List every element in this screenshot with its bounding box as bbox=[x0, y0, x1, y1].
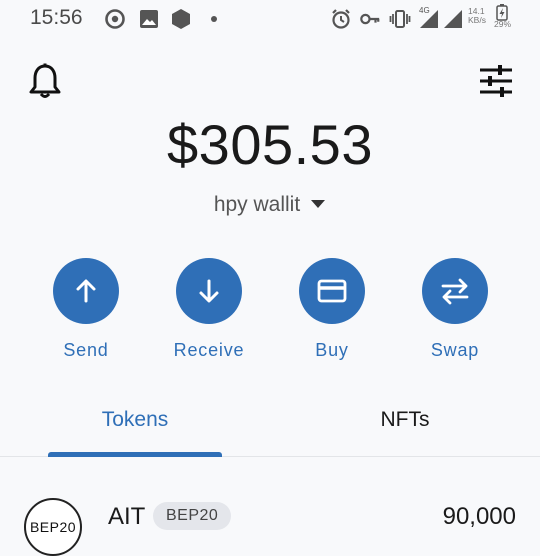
buy-button[interactable]: Buy bbox=[272, 258, 392, 368]
status-time: 15:56 bbox=[30, 6, 83, 29]
arrow-down-icon bbox=[176, 258, 242, 324]
net-speed: 14.1 KB/s bbox=[468, 7, 486, 25]
token-logo: BEP20 bbox=[24, 498, 82, 556]
swap-button[interactable]: Swap bbox=[395, 258, 515, 368]
send-label: Send bbox=[63, 340, 109, 360]
key-icon bbox=[359, 8, 381, 30]
swap-label: Swap bbox=[430, 340, 480, 360]
buy-label: Buy bbox=[315, 340, 349, 360]
token-name: AIT bbox=[108, 503, 146, 530]
vpn-at-icon bbox=[104, 8, 126, 30]
vibrate-icon bbox=[389, 8, 411, 30]
token-amount: 90,000 bbox=[442, 503, 516, 530]
notifications-bell-icon[interactable] bbox=[28, 62, 62, 100]
status-bar: 15:56 4G 14.1 KB/s 29% bbox=[0, 0, 540, 38]
hexagon-app-icon bbox=[170, 8, 192, 30]
net-speed-unit: KB/s bbox=[468, 15, 486, 25]
tab-tokens[interactable]: Tokens bbox=[48, 408, 222, 456]
settings-tune-icon[interactable] bbox=[476, 62, 516, 100]
arrow-up-icon bbox=[53, 258, 119, 324]
tab-active-indicator bbox=[48, 452, 222, 457]
wallet-balance: $305.53 bbox=[167, 113, 373, 176]
receive-label: Receive bbox=[173, 340, 245, 360]
dropdown-caret-icon bbox=[310, 196, 326, 214]
signal-4g-icon bbox=[418, 8, 440, 30]
gallery-icon bbox=[138, 8, 160, 30]
wallet-name: hpy wallit bbox=[213, 193, 301, 216]
alarm-icon bbox=[330, 8, 352, 30]
receive-button[interactable]: Receive bbox=[149, 258, 269, 368]
send-button[interactable]: Send bbox=[26, 258, 146, 368]
notification-dot-icon bbox=[203, 8, 225, 30]
tab-nfts[interactable]: NFTs bbox=[318, 408, 492, 456]
token-network-badge: BEP20 bbox=[153, 502, 232, 530]
card-icon bbox=[299, 258, 365, 324]
swap-icon bbox=[422, 258, 488, 324]
signal-strength-icon bbox=[442, 8, 464, 30]
battery-percent: 29% bbox=[494, 19, 512, 29]
wallet-selector[interactable]: hpy wallit bbox=[0, 193, 540, 217]
